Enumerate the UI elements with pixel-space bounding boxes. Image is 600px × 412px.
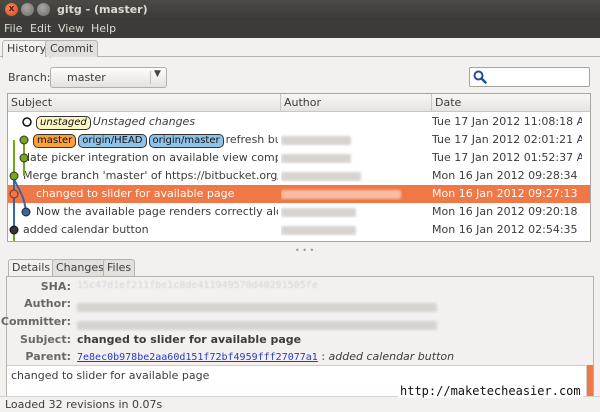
commit-subject-cell: Now the available page renders correctly… <box>8 205 278 218</box>
commit-author-cell <box>281 223 431 236</box>
menu-help[interactable]: Help <box>91 22 116 35</box>
graph-node <box>9 171 19 181</box>
graph-node <box>21 207 31 217</box>
commit-date: Mon 16 Jan 2012 09:27:13 PM <box>432 187 582 200</box>
commit-subject-cell: added calendar button <box>8 223 278 236</box>
commit-row[interactable]: Merge branch 'master' of https://bitbuck… <box>8 167 590 185</box>
menu-bar: File Edit View Help <box>0 20 600 38</box>
ref-label-remote: origin/HEAD <box>78 134 147 148</box>
commit-date: Tue 17 Jan 2012 01:52:37 AM <box>432 151 582 164</box>
ref-label-remote: origin/master <box>148 134 224 148</box>
author-redacted <box>281 207 356 217</box>
commit-row[interactable]: masterorigin/HEADorigin/masterrefresh bu… <box>8 131 590 149</box>
graph-node <box>19 135 29 145</box>
graph-node <box>19 153 29 163</box>
branch-label: Branch: <box>8 71 51 84</box>
commit-list[interactable]: Subject Author Date unstaged Unstaged cha… <box>7 93 591 242</box>
commit-author-cell <box>281 205 431 218</box>
commit-author-cell <box>281 187 431 200</box>
tab-commit[interactable]: Commit <box>45 40 99 57</box>
commit-subject: Merge branch 'master' of https://bitbuck… <box>23 169 278 182</box>
branch-value: master <box>67 71 106 84</box>
close-window-button[interactable]: x <box>5 3 18 16</box>
graph-node-unstaged <box>22 117 32 127</box>
tab-details[interactable]: Details <box>8 259 55 276</box>
parent-row: 7e8ec0b978be2aa60d151f72bf4959fff27077a1… <box>77 350 454 363</box>
commit-author-cell <box>281 169 431 182</box>
author-redacted <box>281 225 356 235</box>
commit-subject: Unstaged changes <box>92 115 196 128</box>
commit-subject-cell: Merge branch 'master' of https://bitbuck… <box>8 169 278 182</box>
commit-row[interactable]: Now the available page renders correctly… <box>8 203 590 221</box>
menu-view[interactable]: View <box>58 22 84 35</box>
author-label: Author: <box>24 297 71 310</box>
committer-value-redacted <box>77 318 437 331</box>
subject-label: Subject: <box>19 333 71 346</box>
commit-date: Tue 17 Jan 2012 11:08:18 AM <box>432 115 582 128</box>
details-panel: SHA: 15c47d1ef211fbe1c8de411949570d40291… <box>1 276 594 397</box>
commit-date: Tue 17 Jan 2012 02:01:21 AM <box>432 133 582 146</box>
commit-subject: Now the available page renders correctly… <box>36 205 278 218</box>
commit-date: Mon 16 Jan 2012 09:28:34 PM <box>432 169 582 182</box>
parent-subject: added calendar button <box>328 350 455 363</box>
search-input[interactable] <box>469 67 590 87</box>
watermark-text: http://maketecheasier.com <box>398 384 583 398</box>
tab-files[interactable]: Files <box>103 259 136 276</box>
details-tabs: Details Changes Files <box>6 258 594 276</box>
commit-subject-cell: date picker integration on available vie… <box>8 151 278 164</box>
commit-row[interactable]: added calendar button Mon 16 Jan 2012 02:… <box>8 221 590 239</box>
commit-date: Mon 16 Jan 2012 02:54:35 PM <box>432 223 582 236</box>
subject-value: changed to slider for available page <box>77 333 302 346</box>
sha-label: SHA: <box>40 280 71 293</box>
column-header-author[interactable]: Author <box>281 94 432 112</box>
tab-history[interactable]: History <box>2 40 52 58</box>
maximize-window-button[interactable] <box>37 3 50 16</box>
menu-edit[interactable]: Edit <box>30 22 51 35</box>
graph-node-selected <box>9 189 19 199</box>
status-bar: Loaded 32 revisions in 0.07s <box>0 396 600 412</box>
author-redacted <box>281 171 361 181</box>
commit-row[interactable]: date picker integration on available vie… <box>8 149 590 167</box>
author-redacted <box>281 189 401 199</box>
graph-node <box>9 225 19 235</box>
commit-subject-cell: changed to slider for available page <box>8 187 278 200</box>
author-redacted <box>281 153 351 163</box>
minimize-window-button[interactable] <box>21 3 34 16</box>
commit-date: Mon 16 Jan 2012 09:20:18 PM <box>432 205 582 218</box>
select-separator <box>150 71 151 84</box>
commit-subject-cell: masterorigin/HEADorigin/masterrefresh bu… <box>8 133 278 148</box>
parent-separator: : <box>317 350 329 363</box>
commit-subject: date picker integration on available vie… <box>23 151 278 164</box>
title-bar: x gitg - (master) <box>0 0 600 20</box>
branch-select[interactable]: master ▼ <box>50 67 167 88</box>
search-icon <box>473 70 487 84</box>
author-redacted <box>281 135 351 145</box>
commit-author-cell <box>281 133 431 146</box>
pane-resize-handle[interactable]: • • • <box>295 246 314 255</box>
main-tabs: History Commit <box>0 38 600 58</box>
commit-author-cell <box>281 151 431 164</box>
commit-row[interactable]: changed to slider for available page Mon … <box>8 185 590 203</box>
sha-value[interactable]: 15c47d1ef211fbe1c8de411949570d40291505fe <box>77 280 318 291</box>
commit-graph <box>9 117 32 241</box>
commit-subject: refresh button c <box>225 133 278 146</box>
column-header-date[interactable]: Date <box>432 94 590 112</box>
committer-label: Committer: <box>0 315 71 328</box>
commit-subject-cell: unstaged Unstaged changes <box>8 115 278 130</box>
parent-hash-link[interactable]: 7e8ec0b978be2aa60d151f72bf4959fff27077a1 <box>77 352 318 363</box>
window-title: gitg - (master) <box>57 3 148 16</box>
commit-subject: changed to slider for available page <box>36 187 235 200</box>
commit-row[interactable]: unstaged Unstaged changes Tue 17 Jan 2012 … <box>8 113 590 131</box>
chevron-down-icon: ▼ <box>154 69 161 79</box>
message-scrollbar[interactable] <box>587 365 593 397</box>
parent-label: Parent: <box>25 350 71 363</box>
menu-file[interactable]: File <box>4 22 22 35</box>
tab-changes[interactable]: Changes <box>52 259 108 276</box>
author-value-redacted <box>77 300 437 313</box>
column-header-subject[interactable]: Subject <box>8 94 281 112</box>
